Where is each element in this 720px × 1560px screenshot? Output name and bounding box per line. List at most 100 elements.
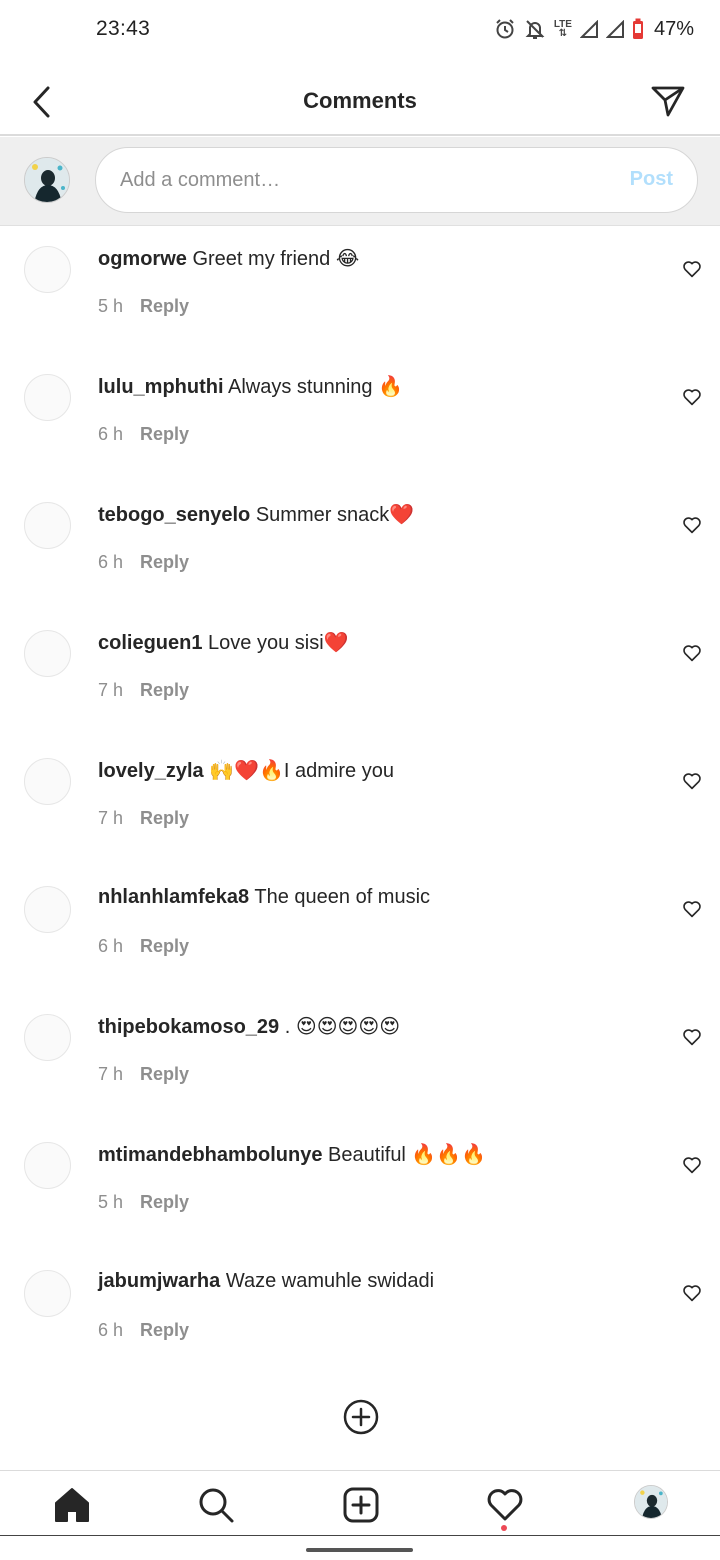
comment-line: mtimandebhambolunye Beautiful 🔥🔥🔥 <box>98 1142 486 1167</box>
comment-text: Greet my friend 😂 <box>192 248 360 270</box>
comment-username[interactable]: thipebokamoso_29 <box>98 1016 279 1038</box>
status-time: 23:43 <box>96 17 151 40</box>
comment-item: jabumjwarha Waze wamuhle swidadi 6 h Repl… <box>0 1250 720 1378</box>
plus-circle-icon <box>343 1399 379 1435</box>
nav-new-post[interactable] <box>341 1485 381 1525</box>
like-heart-icon[interactable] <box>682 1028 702 1046</box>
activity-heart-icon <box>487 1489 523 1521</box>
signal-icon <box>579 20 598 38</box>
comment-input[interactable] <box>120 148 600 212</box>
comment-box: Post <box>95 147 698 213</box>
like-heart-icon[interactable] <box>682 772 702 790</box>
reply-button[interactable]: Reply <box>140 296 189 316</box>
status-bar: 23:43 LTE ⇅ 47% <box>0 0 720 60</box>
like-heart-icon[interactable] <box>682 900 702 918</box>
comment-item: ogmorwe Greet my friend 😂 5 h Reply <box>0 226 720 354</box>
reply-button[interactable]: Reply <box>140 552 189 572</box>
comment-list: ogmorwe Greet my friend 😂 5 h Reply lulu_… <box>0 226 720 1378</box>
nav-search[interactable] <box>196 1485 236 1525</box>
reply-button[interactable]: Reply <box>140 936 189 956</box>
like-heart-icon[interactable] <box>682 644 702 662</box>
comment-meta: 7 h Reply <box>98 1064 189 1085</box>
like-heart-icon[interactable] <box>682 1284 702 1302</box>
avatar[interactable] <box>24 1270 71 1317</box>
avatar[interactable] <box>24 374 71 421</box>
comment-line: lovely_zyla 🙌❤️🔥I admire you <box>98 758 394 783</box>
comment-meta: 5 h Reply <box>98 1192 189 1213</box>
profile-photo <box>25 158 69 202</box>
reply-button[interactable]: Reply <box>140 1320 189 1340</box>
comment-time: 7 h <box>98 808 124 828</box>
home-icon <box>55 1488 89 1522</box>
reply-button[interactable]: Reply <box>140 424 189 444</box>
comments-header: Comments <box>0 62 720 136</box>
avatar[interactable] <box>24 1014 71 1061</box>
avatar[interactable] <box>24 886 71 933</box>
like-heart-icon[interactable] <box>682 260 702 278</box>
comment-meta: 7 h Reply <box>98 680 189 701</box>
like-heart-icon[interactable] <box>682 388 702 406</box>
comment-username[interactable]: ogmorwe <box>98 248 187 270</box>
reply-button[interactable]: Reply <box>140 1064 189 1084</box>
system-divider <box>0 1535 720 1536</box>
comment-time: 7 h <box>98 1064 124 1084</box>
comment-item: thipebokamoso_29 . 😍😍😍😍😍 7 h Reply <box>0 994 720 1122</box>
comment-line: colieguen1 Love you sisi❤️ <box>98 630 349 655</box>
comment-meta: 5 h Reply <box>98 296 189 317</box>
post-button[interactable]: Post <box>630 168 673 191</box>
battery-icon <box>632 18 643 39</box>
bell-muted-icon <box>525 20 545 39</box>
comment-text: Always stunning 🔥 <box>228 376 403 398</box>
comment-text: Summer snack❤️ <box>255 504 415 526</box>
comment-username[interactable]: lulu_mphuthi <box>98 376 224 398</box>
comment-text: . 😍😍😍😍😍 <box>284 1016 401 1038</box>
like-heart-icon[interactable] <box>682 1156 702 1174</box>
signal-icon <box>605 20 624 38</box>
comment-time: 5 h <box>98 1192 124 1212</box>
comment-username[interactable]: nhlanhlamfeka8 <box>98 886 249 908</box>
share-button[interactable] <box>650 84 686 118</box>
nav-activity[interactable] <box>485 1485 525 1525</box>
search-icon <box>199 1488 234 1523</box>
nav-home[interactable] <box>52 1485 92 1525</box>
gesture-handle[interactable] <box>306 1548 413 1552</box>
comment-username[interactable]: lovely_zyla <box>98 760 204 782</box>
avatar[interactable] <box>24 246 71 293</box>
new-post-icon <box>343 1487 379 1523</box>
comment-item: lovely_zyla 🙌❤️🔥I admire you 7 h Reply <box>0 738 720 866</box>
load-more-button[interactable] <box>343 1399 379 1435</box>
reply-button[interactable]: Reply <box>140 680 189 700</box>
comment-text: 🙌❤️🔥I admire you <box>209 760 394 782</box>
like-heart-icon[interactable] <box>682 516 702 534</box>
avatar[interactable] <box>24 758 71 805</box>
comment-meta: 6 h Reply <box>98 424 189 445</box>
comment-line: tebogo_senyelo Summer snack❤️ <box>98 502 414 527</box>
comment-meta: 6 h Reply <box>98 936 189 957</box>
comment-meta: 7 h Reply <box>98 808 189 829</box>
comment-item: mtimandebhambolunye Beautiful 🔥🔥🔥 5 h Rep… <box>0 1122 720 1250</box>
avatar[interactable] <box>24 1142 71 1189</box>
comment-meta: 6 h Reply <box>98 1320 189 1341</box>
avatar[interactable] <box>24 630 71 677</box>
lte-icon: LTE ⇅ <box>553 19 572 39</box>
comment-username[interactable]: tebogo_senyelo <box>98 504 250 526</box>
avatar[interactable] <box>24 502 71 549</box>
comment-username[interactable]: jabumjwarha <box>98 1270 220 1292</box>
comment-time: 7 h <box>98 680 124 700</box>
reply-button[interactable]: Reply <box>140 808 189 828</box>
comment-time: 6 h <box>98 1320 124 1340</box>
comment-text: Love you sisi❤️ <box>208 632 349 654</box>
comment-item: colieguen1 Love you sisi❤️ 7 h Reply <box>0 610 720 738</box>
comment-time: 6 h <box>98 936 124 956</box>
comment-text: Beautiful 🔥🔥🔥 <box>328 1144 487 1166</box>
comment-meta: 6 h Reply <box>98 552 189 573</box>
battery-percent: 47% <box>653 17 694 40</box>
comment-line: lulu_mphuthi Always stunning 🔥 <box>98 374 403 399</box>
nav-profile[interactable] <box>634 1485 668 1519</box>
avatar <box>24 157 70 203</box>
profile-avatar <box>635 1486 667 1518</box>
comment-line: jabumjwarha Waze wamuhle swidadi <box>98 1270 434 1293</box>
reply-button[interactable]: Reply <box>140 1192 189 1212</box>
comment-username[interactable]: mtimandebhambolunye <box>98 1144 322 1166</box>
comment-username[interactable]: colieguen1 <box>98 632 202 654</box>
